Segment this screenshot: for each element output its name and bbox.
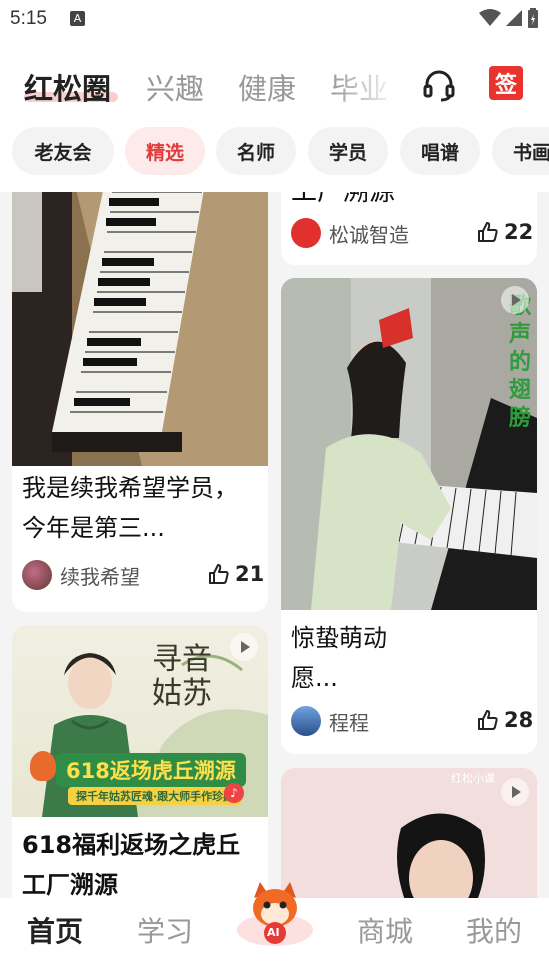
post-title: 工厂溯源 <box>291 192 396 207</box>
post-card[interactable]: 红松小课 <box>281 768 537 898</box>
post-title: 惊蛰萌动 愿... <box>291 618 527 698</box>
nav-mine[interactable]: 我的 <box>466 910 522 950</box>
status-bar: 5:15 A <box>0 0 549 38</box>
feed: 我是续我希望学员，今年是第三... 续我希望 21 寻音姑苏 618返场虎丘溯源… <box>0 192 549 898</box>
watermark: 红松小课 <box>451 772 495 785</box>
status-time: 5:15 <box>10 8 47 29</box>
battery-icon <box>528 8 538 28</box>
like-count: 22 <box>504 220 534 244</box>
post-author[interactable]: 续我希望 <box>22 560 140 590</box>
author-name: 程程 <box>329 710 369 735</box>
tab-health[interactable]: 健康 <box>238 66 296 108</box>
ai-label: AI <box>267 926 280 939</box>
nav-ai-button[interactable]: AI <box>234 878 316 948</box>
play-icon[interactable] <box>230 633 258 661</box>
chip-old-friends[interactable]: 老友会 <box>12 127 114 175</box>
post-author[interactable]: 程程 <box>291 706 369 736</box>
thumbs-up-icon <box>209 564 229 584</box>
tabs-fade <box>330 58 400 113</box>
portrait-image <box>281 768 537 898</box>
banner-subline: 探千年姑苏匠魂·跟大师手作珍藏 <box>68 787 243 805</box>
wifi-icon <box>479 9 501 26</box>
nav-study[interactable]: 学习 <box>137 910 193 950</box>
post-title: 我是续我希望学员，今年是第三... <box>22 474 238 542</box>
category-chips: 老友会 精选 名师 学员 唱谱 书画 <box>0 124 549 192</box>
play-icon[interactable] <box>501 286 529 314</box>
banner-calligraphy: 寻音姑苏 <box>152 642 212 711</box>
top-nav: 红松圈 兴趣 健康 毕业 签 <box>0 38 549 124</box>
like-button[interactable]: 22 <box>477 220 533 244</box>
author-name: 续我希望 <box>60 564 140 589</box>
signal-icon <box>506 10 522 26</box>
piano-player-image <box>281 278 537 610</box>
author-name: 松诚智造 <box>329 222 409 247</box>
like-button[interactable]: 21 <box>208 562 264 586</box>
play-icon[interactable] <box>501 778 529 806</box>
like-button[interactable]: 28 <box>477 708 533 732</box>
like-count: 21 <box>235 562 265 586</box>
chip-calligraphy[interactable]: 书画 <box>492 127 549 175</box>
headset-icon[interactable] <box>422 68 456 102</box>
tab-interest[interactable]: 兴趣 <box>146 66 204 108</box>
tab-hongsong-circle[interactable]: 红松圈 <box>24 66 111 108</box>
avatar <box>291 218 321 248</box>
chip-famous-teachers[interactable]: 名师 <box>216 127 296 175</box>
post-card[interactable]: 工厂溯源 松诚智造 22 <box>281 192 537 265</box>
music-note-icon: ♪ <box>224 783 244 803</box>
post-title-line-1: 惊蛰萌动 <box>291 624 387 652</box>
avatar <box>291 706 321 736</box>
nav-mall[interactable]: 商城 <box>357 910 413 950</box>
chip-students[interactable]: 学员 <box>308 127 388 175</box>
post-card[interactable]: 寻音姑苏 618返场虎丘溯源 探千年姑苏匠魂·跟大师手作珍藏 ♪ 618福利返场… <box>12 625 268 898</box>
home-indicator <box>0 962 549 977</box>
accessibility-badge-icon: A <box>70 11 85 26</box>
sign-in-icon[interactable]: 签 <box>489 66 523 100</box>
banner-headline: 618返场虎丘溯源 <box>56 753 246 787</box>
squirrel-mascot-icon <box>30 751 56 781</box>
nav-home[interactable]: 首页 <box>27 910 83 950</box>
post-card[interactable]: 我是续我希望学员，今年是第三... 续我希望 21 <box>12 192 268 612</box>
piano-keys-image <box>12 192 268 466</box>
thumbs-up-icon <box>478 222 498 242</box>
post-title-line-2: 愿... <box>291 664 338 692</box>
post-title: 618福利返场之虎丘工厂溯源 <box>22 831 241 898</box>
post-card[interactable]: 歌声的翅膀 惊蛰萌动 愿... 程程 28 <box>281 278 537 754</box>
avatar <box>22 560 52 590</box>
like-count: 28 <box>504 708 534 732</box>
bottom-nav: 首页 学习 AI 商城 我的 <box>0 882 549 962</box>
chip-featured[interactable]: 精选 <box>125 127 205 175</box>
post-author[interactable]: 松诚智造 <box>291 218 409 248</box>
sign-in-label: 签 <box>494 73 517 98</box>
status-icons <box>479 8 539 28</box>
chip-singing-score[interactable]: 唱谱 <box>400 127 480 175</box>
thumbs-up-icon <box>478 710 498 730</box>
